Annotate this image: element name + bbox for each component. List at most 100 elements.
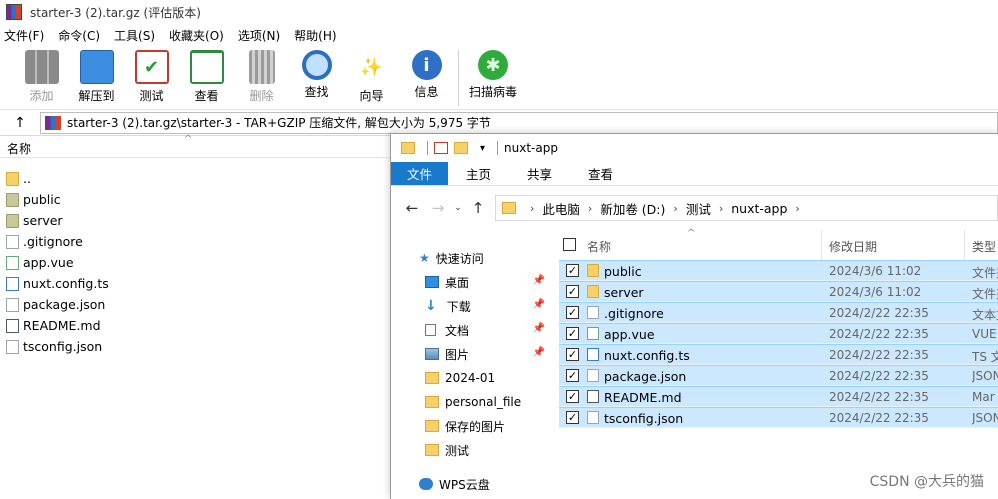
explorer-column-header: 名称 ^ 修改日期 类型 — [559, 228, 998, 260]
select-all-checkbox[interactable] — [563, 238, 576, 251]
list-item[interactable]: package.json — [0, 294, 390, 315]
breadcrumb-drive-d[interactable]: 新加卷 (D:) — [600, 199, 665, 218]
desktop-icon — [425, 276, 439, 288]
properties-icon[interactable] — [434, 142, 448, 154]
breadcrumb-test[interactable]: 测试 — [686, 199, 711, 218]
test-button[interactable]: ✔ 测试 — [124, 50, 179, 104]
toolbar-separator — [458, 50, 459, 106]
cloud-icon — [419, 478, 433, 490]
list-item[interactable]: tsconfig.json — [0, 336, 390, 357]
nav-item-test[interactable]: 测试 — [391, 438, 551, 462]
tab-share[interactable]: 共享 — [509, 162, 570, 185]
nav-item-desktop[interactable]: 桌面 📌 — [391, 270, 551, 294]
row-checkbox[interactable]: ✓ — [566, 327, 579, 340]
nav-item-pictures[interactable]: 图片 📌 — [391, 342, 551, 366]
row-checkbox[interactable]: ✓ — [566, 348, 579, 361]
column-name-header[interactable]: 名称 — [587, 238, 611, 255]
row-checkbox[interactable]: ✓ — [566, 390, 579, 403]
breadcrumb[interactable]: › 此电脑 › 新加卷 (D:) › 测试 › nuxt-app › — [495, 195, 998, 221]
list-item[interactable]: app.vue — [0, 252, 390, 273]
magic-wand-icon: ✨ — [360, 56, 383, 78]
scan-virus-button[interactable]: ✱ 扫描病毒 — [463, 50, 523, 100]
table-row[interactable]: ✓ app.vue 2024/2/22 22:35 VUE — [559, 323, 998, 344]
list-item[interactable]: nuxt.config.ts — [0, 273, 390, 294]
sort-ascending-icon: ^ — [184, 134, 193, 145]
column-divider[interactable] — [964, 230, 965, 260]
table-row[interactable]: ✓ server 2024/3/6 11:02 文件夹 — [559, 281, 998, 302]
view-button[interactable]: 查看 — [179, 50, 234, 104]
pin-icon[interactable]: 📌 — [533, 275, 545, 286]
pin-icon[interactable]: 📌 — [533, 299, 545, 310]
menu-file[interactable]: 文件(F) — [4, 27, 44, 44]
table-row[interactable]: ✓ nuxt.config.ts 2024/2/22 22:35 TS 文件 — [559, 344, 998, 365]
menu-favorites[interactable]: 收藏夹(O) — [169, 27, 224, 44]
table-row[interactable]: ✓ README.md 2024/2/22 22:35 Mar — [559, 386, 998, 407]
pin-icon[interactable]: 📌 — [533, 347, 545, 358]
up-arrow-icon[interactable]: ↑ — [465, 199, 491, 217]
nav-wps-cloud[interactable]: WPS云盘 — [391, 472, 551, 496]
list-item[interactable]: .gitignore — [0, 231, 390, 252]
winrar-address-field[interactable]: starter-3 (2).tar.gz\starter-3 - TAR+GZI… — [40, 111, 998, 134]
table-row[interactable]: ✓ public 2024/3/6 11:02 文件夹 — [559, 260, 998, 281]
column-name-header[interactable]: 名称 — [7, 140, 31, 157]
column-type-header[interactable]: 类型 — [972, 238, 996, 255]
menu-command[interactable]: 命令(C) — [58, 27, 100, 44]
document-icon — [6, 297, 19, 312]
vue-file-icon — [587, 327, 599, 340]
folder-icon — [6, 192, 19, 207]
find-button[interactable]: 查找 — [289, 50, 344, 100]
row-checkbox[interactable]: ✓ — [566, 285, 579, 298]
info-button[interactable]: i 信息 — [399, 50, 454, 100]
table-row[interactable]: ✓ package.json 2024/2/22 22:35 JSON — [559, 365, 998, 386]
menu-options[interactable]: 选项(N) — [238, 27, 280, 44]
up-arrow-icon[interactable]: ↑ — [0, 115, 40, 131]
table-row[interactable]: ✓ .gitignore 2024/2/22 22:35 文本文档 — [559, 302, 998, 323]
recent-locations-chevron-icon[interactable]: ⌄ — [451, 203, 465, 213]
wizard-button[interactable]: ✨ 向导 — [344, 50, 399, 104]
row-checkbox[interactable]: ✓ — [566, 369, 579, 382]
new-folder-icon[interactable] — [454, 142, 468, 154]
quick-access-dropdown-icon[interactable]: ▾ — [480, 143, 485, 154]
folder-icon — [502, 202, 516, 214]
row-checkbox[interactable]: ✓ — [566, 264, 579, 277]
forward-arrow-icon[interactable]: → — [425, 199, 451, 217]
explorer-navigation-pane: ★ 快速访问 桌面 📌 ↓ 下载 📌 文档 📌 图片 📌 2024-01 per… — [391, 246, 551, 496]
nav-item-documents[interactable]: 文档 📌 — [391, 318, 551, 342]
extract-folder-icon — [79, 50, 114, 84]
pin-icon[interactable]: 📌 — [533, 323, 545, 334]
list-item[interactable]: public — [0, 189, 390, 210]
tab-view[interactable]: 查看 — [570, 162, 631, 185]
menu-tools[interactable]: 工具(S) — [114, 27, 155, 44]
document-icon — [6, 339, 19, 354]
nav-item-saved-pictures[interactable]: 保存的图片 — [391, 414, 551, 438]
breadcrumb-this-pc[interactable]: 此电脑 — [542, 199, 580, 218]
table-row[interactable]: ✓ tsconfig.json 2024/2/22 22:35 JSON — [559, 407, 998, 428]
row-checkbox[interactable]: ✓ — [566, 411, 579, 424]
extract-to-button[interactable]: 解压到 — [69, 50, 124, 104]
back-arrow-icon[interactable]: ← — [399, 199, 425, 217]
magnifier-icon — [301, 50, 332, 80]
winrar-toolbar: 添加 解压到 ✔ 测试 查看 删除 查找 ✨ 向导 i 信息 ✱ 扫描病毒 — [0, 46, 998, 110]
nav-item-personal-file[interactable]: personal_file — [391, 390, 551, 414]
list-item[interactable]: README.md — [0, 315, 390, 336]
sort-ascending-icon: ^ — [687, 228, 696, 239]
nav-quick-access[interactable]: ★ 快速访问 — [391, 246, 551, 270]
column-date-header[interactable]: 修改日期 — [829, 238, 877, 255]
tab-file[interactable]: 文件 — [391, 162, 449, 185]
tab-home[interactable]: 主页 — [448, 162, 509, 185]
row-checkbox[interactable]: ✓ — [566, 306, 579, 319]
column-divider[interactable] — [821, 230, 822, 260]
add-button[interactable]: 添加 — [14, 50, 69, 104]
pictures-icon — [425, 348, 439, 360]
watermark: CSDN @大兵的猫 — [869, 474, 984, 490]
folder-icon — [425, 396, 439, 408]
menu-help[interactable]: 帮助(H) — [294, 27, 336, 44]
nav-item-downloads[interactable]: ↓ 下载 📌 — [391, 294, 551, 318]
breadcrumb-nuxt-app[interactable]: nuxt-app — [731, 201, 787, 216]
list-item[interactable]: .. — [0, 168, 390, 189]
list-item[interactable]: server — [0, 210, 390, 231]
document-icon — [587, 411, 599, 424]
nav-item-2024-01[interactable]: 2024-01 — [391, 366, 551, 390]
delete-button[interactable]: 删除 — [234, 50, 289, 104]
open-book-icon — [189, 50, 224, 84]
